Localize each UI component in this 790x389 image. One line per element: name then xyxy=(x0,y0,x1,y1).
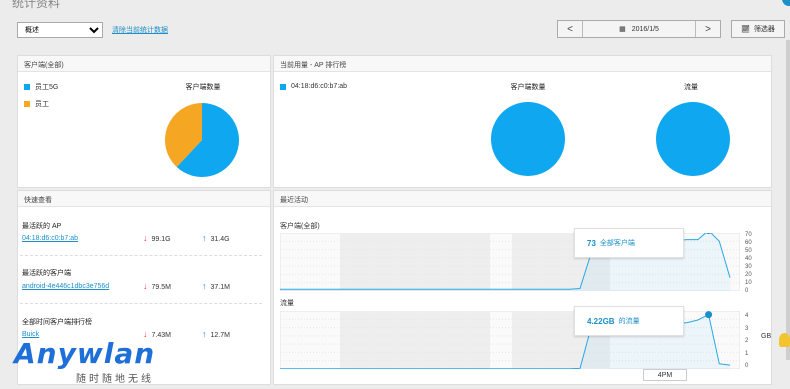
legend-item: 04:18:d6:c0:b7:ab xyxy=(280,83,347,90)
date-navigator: < ▦ 2016/1/5 > xyxy=(557,20,721,38)
qv-heading: 最活跃的客户端 xyxy=(22,270,71,277)
pie-title: 流量 xyxy=(684,84,698,91)
y-tick-label: 1 xyxy=(745,350,749,357)
scrollbar[interactable] xyxy=(786,40,790,360)
traffic-unit: GB xyxy=(761,333,772,340)
statistics-page: 统计资料 概述 清除当前统计数据 < ▦ 2016/1/5 > 📈︎ 筛选器 客… xyxy=(0,0,790,389)
arrow-up-icon: ↑ xyxy=(202,233,207,243)
tooltip-label: 的流量 xyxy=(618,318,640,325)
arrow-up-icon: ↑ xyxy=(202,281,207,291)
prev-date-button[interactable]: < xyxy=(558,21,582,37)
y-tick-label: 2 xyxy=(745,338,749,344)
y-tick-label: 0 xyxy=(745,363,749,369)
filter-button[interactable]: 📈︎ 筛选器 xyxy=(731,20,785,38)
ap-clients-pie-chart xyxy=(491,102,565,176)
download-value: 99.1G xyxy=(151,236,171,243)
y-tick-label: 30 xyxy=(745,264,752,270)
activity-title: 最近活动 xyxy=(274,191,771,207)
watermark-slogan: 随时随地无线 xyxy=(76,374,154,385)
qv-download: ↓ 79.5M xyxy=(143,281,171,291)
y-tick-label: 4 xyxy=(745,313,749,319)
qv-heading: 最活跃的 AP xyxy=(22,223,62,230)
ap-traffic-pie-chart xyxy=(656,102,730,176)
pie-slice[interactable] xyxy=(491,102,565,176)
date-picker[interactable]: ▦ 2016/1/5 xyxy=(582,21,696,37)
tooltip-value: 4.22GB xyxy=(587,316,615,326)
hover-point[interactable] xyxy=(705,311,713,319)
download-value: 79.5M xyxy=(151,284,171,291)
y-tick-label: 20 xyxy=(745,272,752,278)
qv-download: ↓ 99.1G xyxy=(143,233,171,243)
page-title: 统计资料 xyxy=(12,0,61,10)
qv-upload: ↑ 37.1M xyxy=(202,281,230,291)
quickview-title: 快速查看 xyxy=(18,191,270,207)
qv-heading: 全部时间客户端排行榜 xyxy=(22,319,92,326)
y-tick-label: 50 xyxy=(745,248,752,254)
filter-label: 筛选器 xyxy=(753,26,775,33)
traffic-chart-label: 流量 xyxy=(280,300,294,307)
legend-label: 04:18:d6:c0:b7:ab xyxy=(291,83,348,90)
qv-upload: ↑ 31.4G xyxy=(202,233,230,243)
calendar-icon: ▦ xyxy=(619,26,626,33)
bulb-icon[interactable] xyxy=(779,333,790,347)
clients-panel-title: 客户端(全部) xyxy=(18,56,270,72)
pie-slice[interactable] xyxy=(656,102,730,176)
view-select[interactable]: 概述 xyxy=(17,22,103,38)
pie-title: 客户端数量 xyxy=(510,84,546,91)
tooltip-label: 全部客户端 xyxy=(599,240,635,247)
clients-y-ticks: 70 60 50 40 30 20 10 0 xyxy=(745,232,752,296)
clients-pie-chart xyxy=(165,103,239,177)
legend-item: 员工5G xyxy=(24,82,58,92)
upload-value: 12.7M xyxy=(210,332,230,339)
qv-ap-link[interactable]: 04:18:d6:c0:b7:ab xyxy=(22,235,78,242)
tooltip-value: 73 xyxy=(587,238,596,248)
clients-chart-label: 客户端(全部) xyxy=(280,223,320,230)
chart-icon: 📈︎ xyxy=(741,26,750,33)
y-tick-label: 10 xyxy=(745,280,752,286)
clients-panel: 客户端(全部) 员工5G 员工 客户端数量 xyxy=(17,55,271,188)
arrow-down-icon: ↓ xyxy=(143,233,148,243)
date-value: 2016/1/5 xyxy=(631,25,659,33)
legend-swatch xyxy=(24,101,30,107)
pie-title: 客户端数量 xyxy=(185,84,221,91)
clients-tooltip: 73 全部客户端 xyxy=(574,228,684,258)
y-tick-label: 70 xyxy=(745,232,752,238)
traffic-tooltip: 4.22GB 的流量 xyxy=(574,306,684,336)
legend-label: 员工5G xyxy=(35,84,59,91)
arrow-down-icon: ↓ xyxy=(143,281,148,291)
watermark-logo: Anywlan xyxy=(14,337,156,370)
upload-value: 37.1M xyxy=(210,284,230,291)
ap-usage-panel-title: 当前用量 - AP 排行榜 xyxy=(274,56,771,72)
legend-swatch xyxy=(24,84,30,90)
clear-stats-link[interactable]: 清除当前统计数据 xyxy=(112,25,168,35)
traffic-y-ticks: 4 3 2 1 0 xyxy=(745,313,748,376)
qv-upload: ↑ 12.7M xyxy=(202,329,230,339)
y-tick-label: 3 xyxy=(745,325,749,332)
ap-usage-panel: 当前用量 - AP 排行榜 04:18:d6:c0:b7:ab 客户端数量 流量 xyxy=(273,55,772,188)
help-icon[interactable] xyxy=(782,0,790,6)
arrow-up-icon: ↑ xyxy=(202,329,207,339)
y-tick-label: 60 xyxy=(745,240,752,246)
y-tick-label: 40 xyxy=(745,256,752,262)
legend-swatch xyxy=(280,83,286,90)
divider xyxy=(20,303,262,304)
upload-value: 31.4G xyxy=(210,236,230,243)
legend-label: 员工 xyxy=(35,101,49,108)
divider xyxy=(20,255,262,256)
time-marker-label: 4PM xyxy=(643,369,687,381)
qv-client-link[interactable]: android-4e446c1dbc3e756d xyxy=(22,283,109,290)
next-date-button[interactable]: > xyxy=(696,21,720,37)
y-tick-label: 0 xyxy=(745,288,749,294)
legend-item: 员工 xyxy=(24,99,49,109)
